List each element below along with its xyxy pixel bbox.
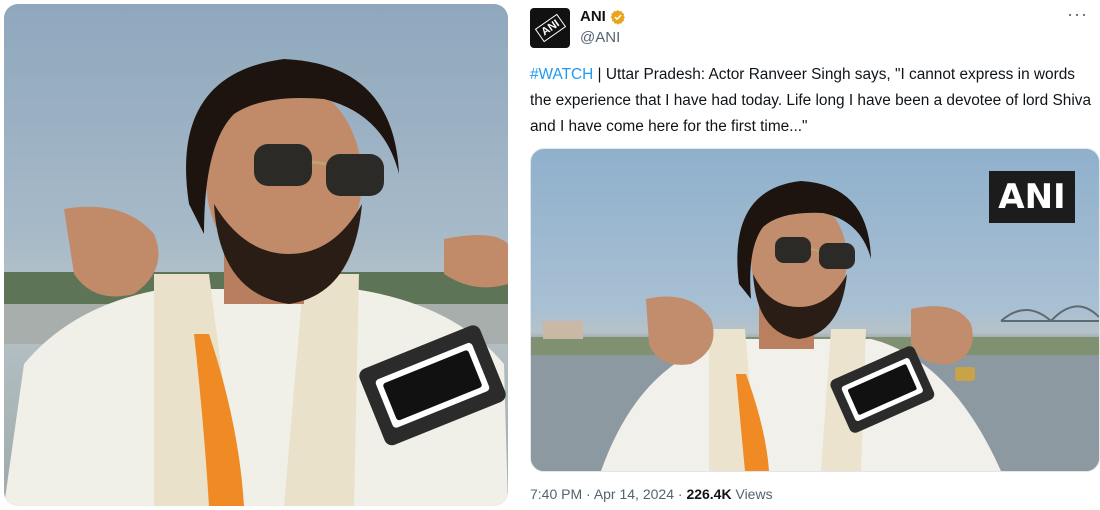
tweet-date[interactable]: Apr 14, 2024 — [594, 486, 674, 502]
hand-right — [911, 306, 973, 365]
more-horizontal-icon[interactable]: ··· — [1067, 4, 1088, 25]
views-label: Views — [731, 486, 773, 502]
avatar[interactable]: ANI — [530, 8, 570, 48]
tweet-body: Uttar Pradesh: Actor Ranveer Singh says,… — [530, 66, 1092, 135]
sunglass-lens-left — [775, 237, 811, 263]
tweet-video[interactable]: ANI — [530, 148, 1100, 472]
avatar-logo-text: ANI — [534, 13, 566, 43]
left-hand-right — [444, 235, 508, 288]
author-name[interactable]: ANI — [580, 8, 606, 25]
meta-dot-2: · — [673, 486, 687, 502]
tweet-card: ANI ANI @ANI ··· #WATCH | Uttar Pradesh:… — [514, 0, 1100, 510]
author-handle[interactable]: @ANI — [580, 29, 620, 46]
hand-left — [646, 296, 714, 365]
meta-dot: · — [582, 486, 594, 502]
left-sunglass-lens-right — [326, 154, 384, 196]
left-sunglass-lens-left — [254, 144, 312, 186]
verified-badge-icon[interactable] — [610, 9, 626, 25]
wrist-watch — [955, 367, 975, 381]
tweet-meta: 7:40 PM · Apr 14, 2024 · 226.4K Views — [530, 486, 773, 502]
tweet-text: #WATCH | Uttar Pradesh: Actor Ranveer Si… — [530, 62, 1098, 140]
views-count[interactable]: 226.4K — [686, 486, 731, 502]
sunglass-lens-right — [819, 243, 855, 269]
far-buildings — [543, 321, 583, 339]
left-still-illustration — [4, 59, 508, 506]
media-watermark: ANI — [989, 171, 1075, 223]
left-video-still[interactable] — [4, 4, 508, 506]
hashtag-link[interactable]: #WATCH — [530, 66, 593, 83]
tweet-time[interactable]: 7:40 PM — [530, 486, 582, 502]
left-sunglass-bridge — [311, 160, 327, 166]
hashtag-separator: | — [593, 66, 606, 83]
bridge — [1000, 305, 1099, 322]
author-row: ANI — [580, 8, 626, 25]
